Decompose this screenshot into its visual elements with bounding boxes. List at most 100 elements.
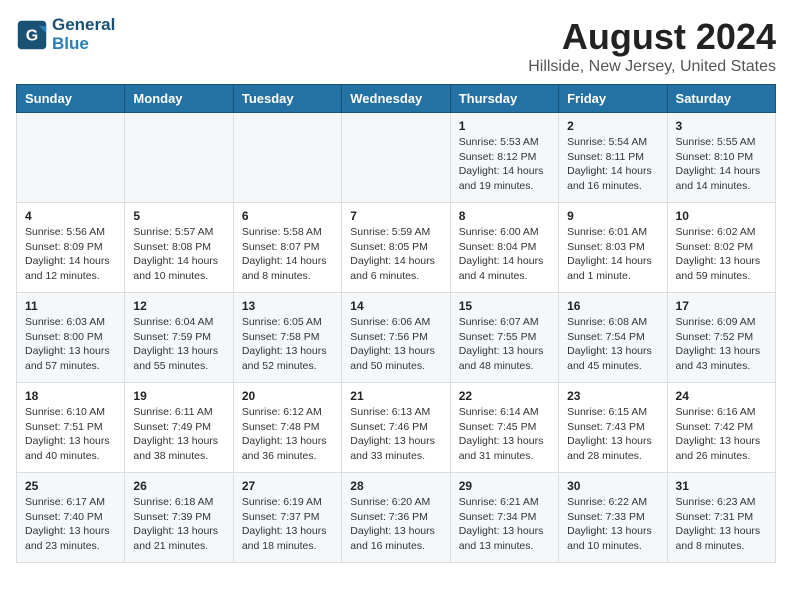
calendar-cell: 7 Sunrise: 5:59 AM Sunset: 8:05 PM Daylig…	[342, 203, 450, 293]
day-number: 6	[242, 209, 333, 223]
day-info: Sunrise: 6:14 AM Sunset: 7:45 PM Dayligh…	[459, 405, 550, 464]
day-number: 7	[350, 209, 441, 223]
logo-icon: G	[16, 19, 48, 51]
day-number: 23	[567, 389, 658, 403]
day-number: 18	[25, 389, 116, 403]
calendar-week-5: 25 Sunrise: 6:17 AM Sunset: 7:40 PM Dayli…	[17, 473, 776, 563]
weekday-header-sunday: Sunday	[17, 85, 125, 113]
day-info: Sunrise: 6:04 AM Sunset: 7:59 PM Dayligh…	[133, 315, 224, 374]
day-info: Sunrise: 6:08 AM Sunset: 7:54 PM Dayligh…	[567, 315, 658, 374]
calendar-cell: 8Sunrise: 6:00 AM Sunset: 8:04 PM Daylig…	[450, 203, 558, 293]
day-number: 30	[567, 479, 658, 493]
day-number: 5	[133, 209, 224, 223]
day-number: 12	[133, 299, 224, 313]
day-number: 15	[459, 299, 550, 313]
calendar-cell: 14 Sunrise: 6:06 AM Sunset: 7:56 PM Dayli…	[342, 293, 450, 383]
calendar-cell: 28 Sunrise: 6:20 AM Sunset: 7:36 PM Dayli…	[342, 473, 450, 563]
day-number: 29	[459, 479, 550, 493]
day-info: Sunrise: 6:07 AM Sunset: 7:55 PM Dayligh…	[459, 315, 550, 374]
day-info: Sunrise: 6:00 AM Sunset: 8:04 PM Dayligh…	[459, 225, 550, 284]
calendar-table: SundayMondayTuesdayWednesdayThursdayFrid…	[16, 84, 776, 563]
calendar-cell: 19 Sunrise: 6:11 AM Sunset: 7:49 PM Dayli…	[125, 383, 233, 473]
calendar-cell: 9 Sunrise: 6:01 AM Sunset: 8:03 PM Daylig…	[559, 203, 667, 293]
calendar-cell: 24 Sunrise: 6:16 AM Sunset: 7:42 PM Dayli…	[667, 383, 775, 473]
calendar-cell: 30 Sunrise: 6:22 AM Sunset: 7:33 PM Dayli…	[559, 473, 667, 563]
day-number: 31	[676, 479, 767, 493]
day-info: Sunrise: 6:22 AM Sunset: 7:33 PM Dayligh…	[567, 495, 658, 554]
day-number: 17	[676, 299, 767, 313]
calendar-cell: 13 Sunrise: 6:05 AM Sunset: 7:58 PM Dayli…	[233, 293, 341, 383]
weekday-header-thursday: Thursday	[450, 85, 558, 113]
day-number: 21	[350, 389, 441, 403]
day-info: Sunrise: 6:12 AM Sunset: 7:48 PM Dayligh…	[242, 405, 333, 464]
calendar-week-1: 1 Sunrise: 5:53 AM Sunset: 8:12 PM Daylig…	[17, 113, 776, 203]
day-info: Sunrise: 6:11 AM Sunset: 7:49 PM Dayligh…	[133, 405, 224, 464]
day-info: Sunrise: 5:53 AM Sunset: 8:12 PM Dayligh…	[459, 135, 550, 194]
weekday-header-tuesday: Tuesday	[233, 85, 341, 113]
day-info: Sunrise: 6:16 AM Sunset: 7:42 PM Dayligh…	[676, 405, 767, 464]
day-info: Sunrise: 5:55 AM Sunset: 8:10 PM Dayligh…	[676, 135, 767, 194]
day-number: 28	[350, 479, 441, 493]
day-info: Sunrise: 6:21 AM Sunset: 7:34 PM Dayligh…	[459, 495, 550, 554]
calendar-cell	[342, 113, 450, 203]
day-number: 26	[133, 479, 224, 493]
day-number: 20	[242, 389, 333, 403]
day-info: Sunrise: 5:59 AM Sunset: 8:05 PM Dayligh…	[350, 225, 441, 284]
weekday-header-saturday: Saturday	[667, 85, 775, 113]
day-info: Sunrise: 6:17 AM Sunset: 7:40 PM Dayligh…	[25, 495, 116, 554]
calendar-cell: 11Sunrise: 6:03 AM Sunset: 8:00 PM Dayli…	[17, 293, 125, 383]
calendar-cell: 31 Sunrise: 6:23 AM Sunset: 7:31 PM Dayli…	[667, 473, 775, 563]
day-info: Sunrise: 6:10 AM Sunset: 7:51 PM Dayligh…	[25, 405, 116, 464]
calendar-title: August 2024	[528, 16, 776, 58]
logo-text: General Blue	[52, 16, 115, 53]
calendar-cell: 23 Sunrise: 6:15 AM Sunset: 7:43 PM Dayli…	[559, 383, 667, 473]
day-number: 1	[459, 119, 550, 133]
day-info: Sunrise: 6:06 AM Sunset: 7:56 PM Dayligh…	[350, 315, 441, 374]
calendar-cell: 16 Sunrise: 6:08 AM Sunset: 7:54 PM Dayli…	[559, 293, 667, 383]
calendar-cell: 17 Sunrise: 6:09 AM Sunset: 7:52 PM Dayli…	[667, 293, 775, 383]
calendar-cell: 25 Sunrise: 6:17 AM Sunset: 7:40 PM Dayli…	[17, 473, 125, 563]
day-number: 9	[567, 209, 658, 223]
calendar-cell: 18 Sunrise: 6:10 AM Sunset: 7:51 PM Dayli…	[17, 383, 125, 473]
day-number: 3	[676, 119, 767, 133]
day-info: Sunrise: 6:23 AM Sunset: 7:31 PM Dayligh…	[676, 495, 767, 554]
day-number: 16	[567, 299, 658, 313]
day-number: 14	[350, 299, 441, 313]
calendar-cell: 22 Sunrise: 6:14 AM Sunset: 7:45 PM Dayli…	[450, 383, 558, 473]
day-info: Sunrise: 5:58 AM Sunset: 8:07 PM Dayligh…	[242, 225, 333, 284]
calendar-cell: 15 Sunrise: 6:07 AM Sunset: 7:55 PM Dayli…	[450, 293, 558, 383]
day-number: 22	[459, 389, 550, 403]
weekday-header-row: SundayMondayTuesdayWednesdayThursdayFrid…	[17, 85, 776, 113]
day-number: 24	[676, 389, 767, 403]
calendar-cell: 6 Sunrise: 5:58 AM Sunset: 8:07 PM Daylig…	[233, 203, 341, 293]
calendar-cell	[17, 113, 125, 203]
calendar-cell: 29 Sunrise: 6:21 AM Sunset: 7:34 PM Dayli…	[450, 473, 558, 563]
day-number: 4	[25, 209, 116, 223]
day-info: Sunrise: 5:57 AM Sunset: 8:08 PM Dayligh…	[133, 225, 224, 284]
calendar-cell: 26Sunrise: 6:18 AM Sunset: 7:39 PM Dayli…	[125, 473, 233, 563]
day-info: Sunrise: 6:13 AM Sunset: 7:46 PM Dayligh…	[350, 405, 441, 464]
day-info: Sunrise: 6:05 AM Sunset: 7:58 PM Dayligh…	[242, 315, 333, 374]
calendar-week-4: 18 Sunrise: 6:10 AM Sunset: 7:51 PM Dayli…	[17, 383, 776, 473]
day-info: Sunrise: 5:56 AM Sunset: 8:09 PM Dayligh…	[25, 225, 116, 284]
calendar-cell: 21 Sunrise: 6:13 AM Sunset: 7:46 PM Dayli…	[342, 383, 450, 473]
day-info: Sunrise: 6:20 AM Sunset: 7:36 PM Dayligh…	[350, 495, 441, 554]
day-info: Sunrise: 6:03 AM Sunset: 8:00 PM Dayligh…	[25, 315, 116, 374]
day-info: Sunrise: 6:02 AM Sunset: 8:02 PM Dayligh…	[676, 225, 767, 284]
calendar-cell: 20 Sunrise: 6:12 AM Sunset: 7:48 PM Dayli…	[233, 383, 341, 473]
day-number: 13	[242, 299, 333, 313]
calendar-cell: 12 Sunrise: 6:04 AM Sunset: 7:59 PM Dayli…	[125, 293, 233, 383]
day-info: Sunrise: 6:01 AM Sunset: 8:03 PM Dayligh…	[567, 225, 658, 284]
day-number: 25	[25, 479, 116, 493]
day-info: Sunrise: 6:09 AM Sunset: 7:52 PM Dayligh…	[676, 315, 767, 374]
weekday-header-friday: Friday	[559, 85, 667, 113]
calendar-cell	[125, 113, 233, 203]
day-info: Sunrise: 6:19 AM Sunset: 7:37 PM Dayligh…	[242, 495, 333, 554]
calendar-cell: 5 Sunrise: 5:57 AM Sunset: 8:08 PM Daylig…	[125, 203, 233, 293]
day-number: 19	[133, 389, 224, 403]
page-header: G General Blue August 2024 Hillside, New…	[16, 16, 776, 76]
calendar-subtitle: Hillside, New Jersey, United States	[528, 58, 776, 76]
day-number: 10	[676, 209, 767, 223]
title-block: August 2024 Hillside, New Jersey, United…	[528, 16, 776, 76]
day-info: Sunrise: 6:15 AM Sunset: 7:43 PM Dayligh…	[567, 405, 658, 464]
